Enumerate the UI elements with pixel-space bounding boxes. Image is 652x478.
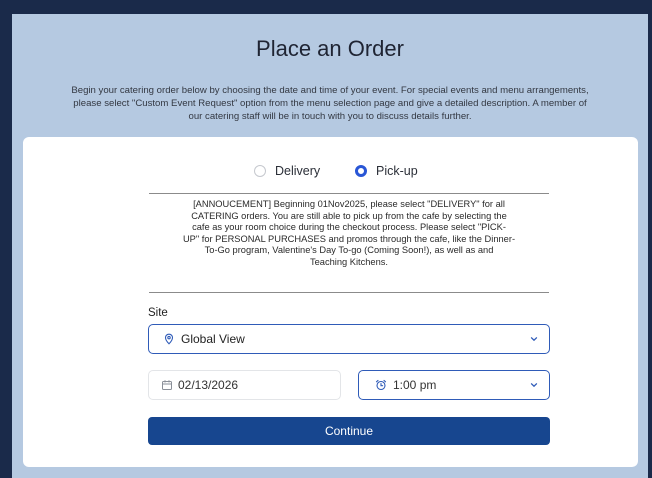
intro-line: Begin your catering order below by choos… bbox=[71, 85, 589, 96]
site-label: Site bbox=[148, 307, 168, 319]
date-value: 02/13/2026 bbox=[178, 378, 239, 392]
chevron-down-icon bbox=[529, 334, 539, 344]
calendar-icon bbox=[161, 379, 173, 391]
alarm-clock-icon bbox=[375, 379, 387, 391]
delivery-label: Delivery bbox=[275, 164, 321, 178]
announcement-line: UP" for PERSONAL PURCHASES and promos th… bbox=[182, 233, 516, 244]
site-select[interactable]: Global View bbox=[148, 324, 550, 354]
announcement-line: CATERING orders. You are still able to p… bbox=[191, 210, 507, 221]
announcement-line: [ANNOUCEMENT] Beginning 01Nov2025, pleas… bbox=[193, 199, 505, 209]
announcement-line: To-Go program, Valentine's Day To-go (Co… bbox=[204, 245, 494, 256]
order-panel: Place an Order Begin your catering order… bbox=[12, 14, 648, 478]
announcement-box: [ANNOUCEMENT] Beginning 01Nov2025, pleas… bbox=[149, 193, 549, 293]
date-input[interactable]: 02/13/2026 bbox=[148, 370, 341, 400]
announcement-line: Teaching Kitchens. bbox=[309, 256, 389, 267]
announcement-line: cafe as your room choice during the chec… bbox=[192, 222, 506, 233]
pickup-label: Pick-up bbox=[376, 164, 418, 178]
location-pin-icon bbox=[163, 333, 175, 345]
intro-line: our catering staff will be in touch with… bbox=[188, 111, 472, 122]
radio-checked-icon bbox=[355, 165, 367, 177]
delivery-radio[interactable]: Delivery bbox=[254, 164, 320, 178]
page-title: Place an Order bbox=[256, 36, 404, 61]
continue-button[interactable]: Continue bbox=[148, 417, 550, 445]
order-form-card: Delivery Pick-up [ANNOUCEMENT] Beginning… bbox=[23, 137, 638, 467]
time-value: 1:00 pm bbox=[393, 378, 437, 392]
time-select[interactable]: 1:00 pm bbox=[358, 370, 550, 400]
pickup-radio[interactable]: Pick-up bbox=[355, 164, 418, 178]
intro-line: please select "Custom Event Request" opt… bbox=[73, 98, 587, 109]
intro-text: Begin your catering order below by choos… bbox=[14, 84, 646, 123]
radio-unchecked-icon bbox=[254, 165, 266, 177]
chevron-down-icon bbox=[529, 380, 539, 390]
site-value: Global View bbox=[181, 332, 245, 346]
